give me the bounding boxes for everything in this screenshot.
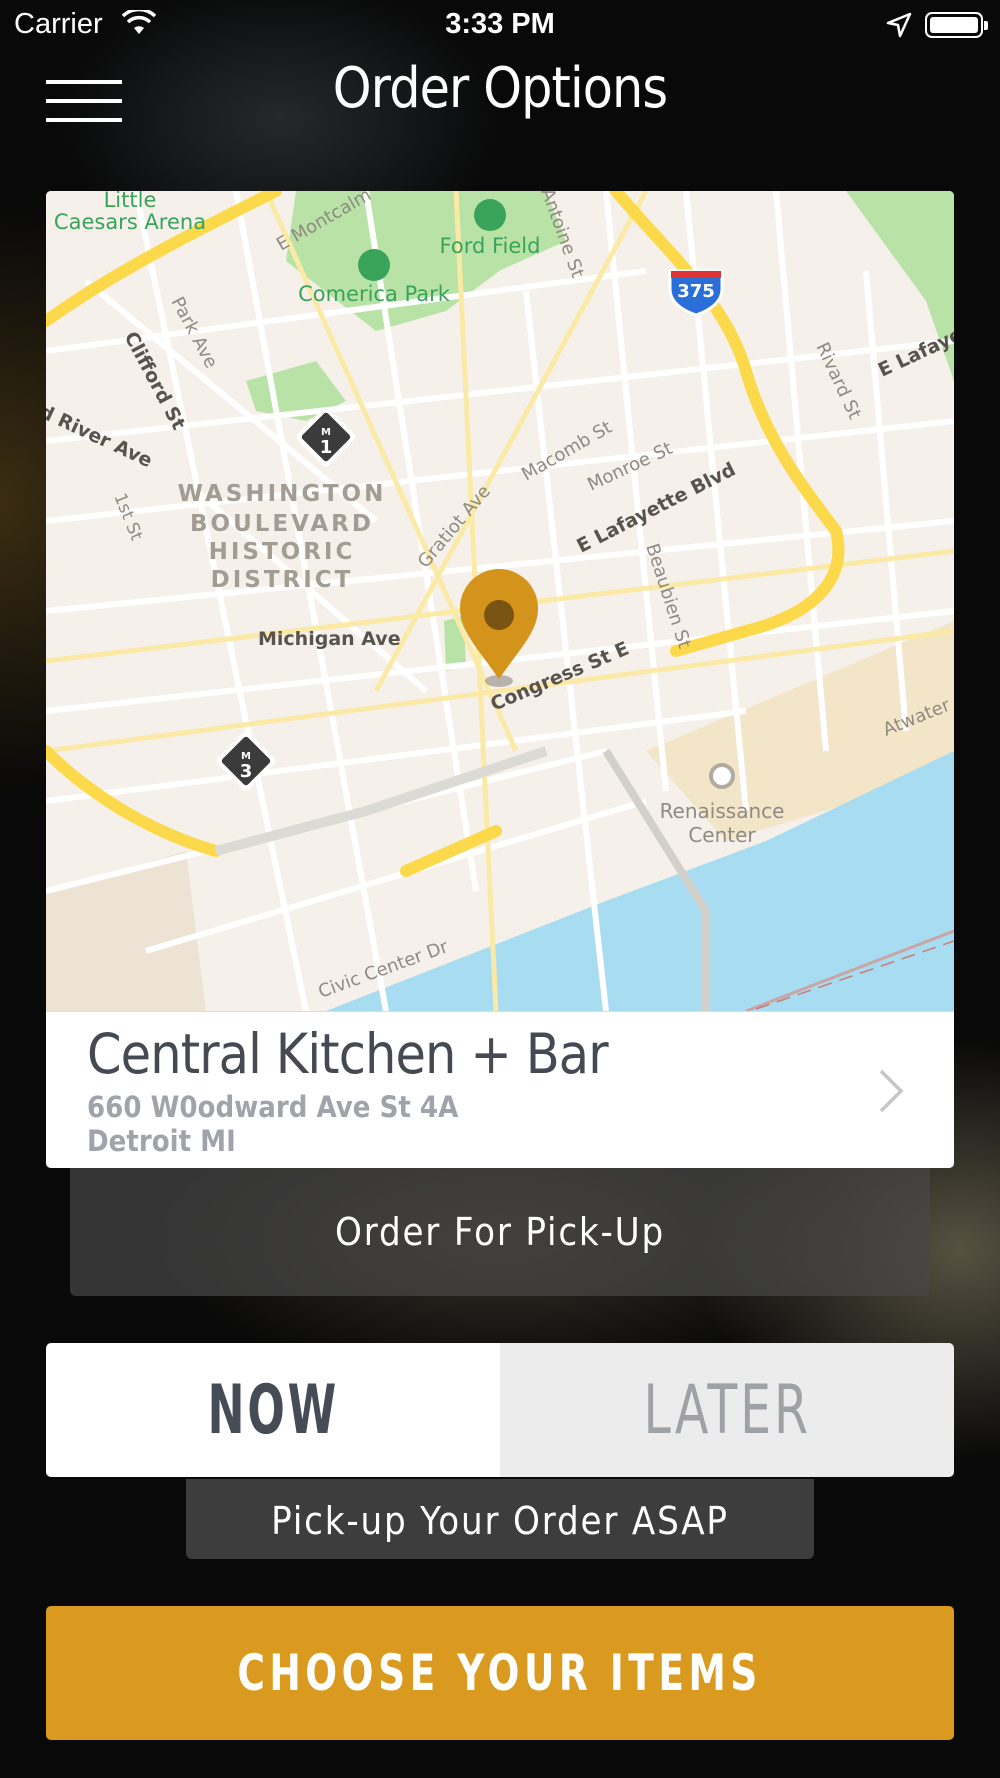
stadium-icon — [358, 249, 390, 281]
svg-text:Caesars Arena: Caesars Arena — [54, 210, 206, 234]
i375-label: 375 — [677, 281, 715, 302]
svg-text:Comerica Park: Comerica Park — [298, 282, 451, 306]
svg-text:Little: Little — [104, 191, 157, 212]
svg-text:WASHINGTON: WASHINGTON — [178, 481, 387, 507]
page-title: Order Options — [332, 56, 668, 121]
svg-text:Ford Field: Ford Field — [440, 234, 541, 258]
order-type-label: Order For Pick-Up — [334, 1210, 666, 1254]
svg-text:Renaissance: Renaissance — [660, 799, 785, 823]
now-label: NOW — [207, 1370, 339, 1450]
order-type-panel[interactable]: Order For Pick-Up — [70, 1168, 930, 1296]
restaurant-location-row[interactable]: Central Kitchen + Bar 660 W0odward Ave S… — [46, 1011, 954, 1168]
landmark-icon — [709, 763, 735, 789]
timing-note: Pick-up Your Order ASAP — [186, 1479, 814, 1559]
later-tab[interactable]: LATER — [500, 1343, 954, 1477]
svg-text:HISTORIC: HISTORIC — [209, 539, 356, 565]
now-tab[interactable]: NOW — [46, 1343, 500, 1477]
map[interactable]: 375 M 1 M 3 Little Caesars Arena Ford Fi… — [46, 191, 954, 1011]
stadium-icon — [474, 199, 506, 231]
svg-text:3: 3 — [240, 761, 253, 782]
svg-text:Center: Center — [688, 823, 756, 847]
svg-text:BOULEVARD: BOULEVARD — [190, 511, 374, 537]
status-bar: Carrier 3:33 PM — [0, 0, 1000, 50]
restaurant-card: 375 M 1 M 3 Little Caesars Arena Ford Fi… — [46, 191, 954, 1168]
timing-note-label: Pick-up Your Order ASAP — [271, 1499, 729, 1543]
choose-items-label: CHOOSE YOUR ITEMS — [237, 1644, 763, 1702]
restaurant-city: Detroit MI — [87, 1124, 236, 1158]
location-arrow-icon — [886, 12, 912, 38]
choose-items-button[interactable]: CHOOSE YOUR ITEMS — [46, 1606, 954, 1740]
restaurant-address: 660 W0odward Ave St 4A — [87, 1090, 459, 1124]
timing-segmented-control: NOW LATER — [46, 1343, 954, 1477]
battery-icon — [925, 12, 988, 38]
svg-text:Michigan Ave: Michigan Ave — [258, 628, 401, 650]
restaurant-name: Central Kitchen + Bar — [87, 1022, 609, 1086]
svg-text:1: 1 — [320, 437, 333, 458]
clock: 3:33 PM — [445, 8, 555, 40]
chevron-right-icon — [879, 1069, 904, 1113]
svg-text:DISTRICT: DISTRICT — [211, 567, 354, 593]
later-label: LATER — [643, 1370, 811, 1450]
